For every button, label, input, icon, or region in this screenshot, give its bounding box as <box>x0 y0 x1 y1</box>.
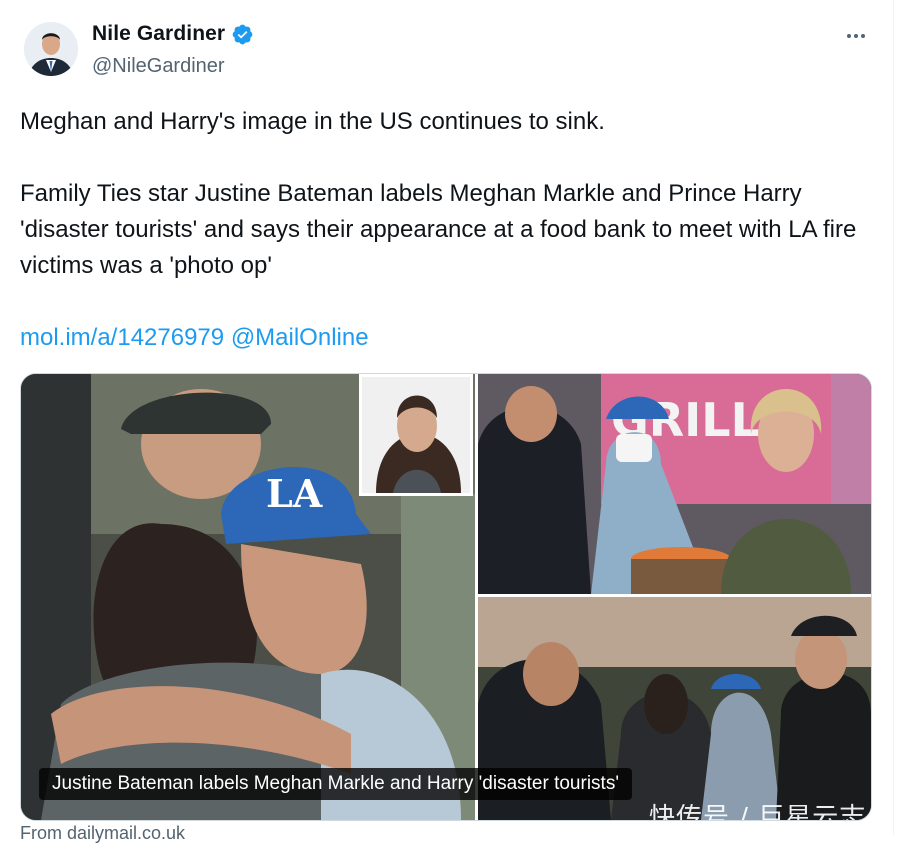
tweet-text-paragraph: Meghan and Harry's image in the US conti… <box>20 108 605 135</box>
media-caption: Justine Bateman labels Meghan Markle and… <box>39 768 632 800</box>
tweet-links: mol.im/a/14276979 @MailOnline <box>20 320 880 356</box>
verified-badge-icon[interactable] <box>231 23 254 46</box>
author-display-name[interactable]: Nile Gardiner <box>92 22 225 46</box>
article-link[interactable]: mol.im/a/14276979 <box>20 324 224 351</box>
author-handle[interactable]: @NileGardiner <box>92 55 225 78</box>
tweet-text-paragraph: Family Ties star Justine Bateman labels … <box>20 180 857 279</box>
mention-link[interactable]: @MailOnline <box>231 324 369 351</box>
avatar-image <box>24 22 78 76</box>
news-photo-collage: LA GRILL <box>21 374 871 820</box>
watermark: 快传号 / 巨星云志 <box>649 803 867 821</box>
more-dot <box>847 34 851 38</box>
tweet-text: Meghan and Harry's image in the US conti… <box>20 104 880 356</box>
media-card[interactable]: LA GRILL Justine Bateman labels Meghan M… <box>20 373 872 821</box>
more-options-button[interactable] <box>838 22 874 50</box>
card-source[interactable]: From dailymail.co.uk <box>20 823 185 844</box>
author-name-row: Nile Gardiner <box>92 22 254 46</box>
avatar[interactable] <box>24 22 78 76</box>
timeline-border <box>893 0 894 835</box>
more-dot <box>854 34 858 38</box>
svg-text:LA: LA <box>266 471 323 516</box>
more-dot <box>861 34 865 38</box>
